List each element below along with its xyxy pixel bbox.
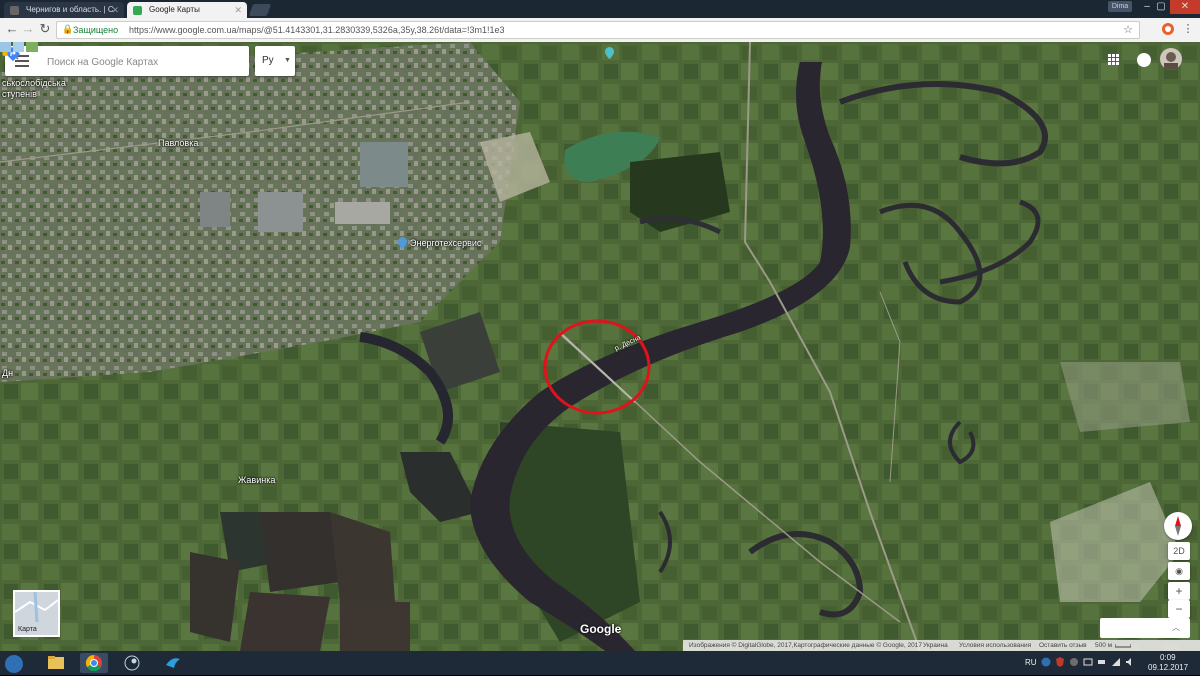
security-label: Защищено	[73, 25, 119, 35]
battery-icon[interactable]	[1097, 657, 1107, 667]
zoom-in-button[interactable]: +	[1168, 582, 1190, 600]
poi-pin-icon[interactable]	[398, 237, 407, 249]
poi-pin-icon[interactable]	[605, 47, 614, 59]
attribution-bar: Изображения © DigitalGlobe, 2017,Картогр…	[683, 640, 1200, 651]
lock-icon: 🔒	[62, 24, 74, 34]
user-photo-icon	[1164, 52, 1178, 70]
shield-icon[interactable]	[1055, 657, 1065, 667]
notifications-icon[interactable]	[1137, 53, 1151, 67]
maximize-button[interactable]: ▢	[1150, 0, 1172, 14]
extension-icon[interactable]	[1160, 21, 1176, 37]
imagery-layers-icon[interactable]	[0, 42, 38, 52]
close-window-button[interactable]: ✕	[1170, 0, 1200, 14]
close-tab-icon[interactable]: ✕	[234, 2, 242, 18]
my-location-button[interactable]: ◉	[1168, 562, 1190, 580]
tab-chernigov[interactable]: Чернигов и область. | С ✕	[4, 2, 124, 18]
search-panel	[5, 46, 249, 76]
help-icon[interactable]	[1041, 657, 1051, 667]
chrome-icon	[85, 654, 102, 672]
compass-icon	[1175, 516, 1181, 536]
reload-button[interactable]: ↻	[37, 21, 53, 37]
vpn-icon[interactable]	[1069, 657, 1079, 667]
expand-chevron-icon[interactable]: ︿	[1172, 622, 1182, 632]
scale-bar-icon	[1115, 644, 1131, 648]
feedback-link[interactable]: Оставить отзыв	[1039, 640, 1087, 651]
language-value: Ру	[262, 55, 274, 66]
clock-time[interactable]: 0:09	[1160, 653, 1176, 662]
address-bar[interactable]: 🔒 Защищено https://www.google.com.ua/map…	[56, 21, 1140, 39]
bird-app-icon	[166, 658, 180, 668]
close-tab-icon[interactable]: ✕	[111, 2, 119, 18]
compass-control[interactable]	[1164, 512, 1192, 540]
windows-taskbar: RU 0:09 09.12.2017	[0, 651, 1200, 675]
map-label-zhavinka[interactable]: Жавинка	[238, 475, 275, 485]
map-type-label: Карта	[18, 626, 37, 633]
tab-title: Google Карты	[149, 5, 200, 14]
map-label-pavlovka[interactable]: Павловка	[158, 138, 198, 148]
browser-tab-strip: Чернигов и область. | С ✕ Google Карты ✕…	[0, 0, 1200, 18]
browser-toolbar: ← → ↻ 🔒 Защищено https://www.google.com.…	[0, 18, 1200, 43]
clock-date[interactable]: 09.12.2017	[1148, 663, 1188, 672]
terms-link[interactable]: Условия использования	[959, 640, 1031, 651]
zoom-out-button[interactable]: −	[1168, 600, 1190, 618]
forum-favicon-icon	[10, 6, 19, 15]
language-select[interactable]: Ру ▼	[255, 46, 295, 76]
google-maps-favicon-icon	[133, 6, 142, 15]
taskbar-chrome[interactable]	[80, 653, 108, 673]
imagery-credit: Изображения © DigitalGlobe, 2017,Картогр…	[689, 642, 922, 649]
view-mode-toggle[interactable]: 2D	[1168, 542, 1190, 560]
satellite-map[interactable]: ськослобідська ступенів Павловка Энергот…	[0, 42, 1200, 651]
google-logo: Google	[580, 622, 622, 636]
taskbar-steam[interactable]	[118, 653, 146, 673]
signal-icon[interactable]	[1111, 657, 1121, 667]
satellite-imagery	[0, 42, 1200, 651]
map-type-toggle[interactable]: Карта	[13, 590, 60, 637]
taskbar-app[interactable]	[158, 653, 186, 673]
map-label-slobidska: ськослобідська ступенів	[2, 78, 66, 100]
search-input[interactable]	[45, 53, 189, 71]
network-icon[interactable]	[1083, 657, 1093, 667]
back-button[interactable]: ←	[4, 21, 20, 37]
bookmark-star-icon[interactable]: ☆	[1123, 22, 1133, 38]
country-label: Украина	[923, 642, 948, 649]
map-thumbnail-icon	[15, 592, 58, 622]
map-label-dn: Дн	[2, 368, 14, 378]
scale-label[interactable]: 500 м	[1095, 640, 1112, 651]
taskbar-explorer[interactable]	[42, 653, 70, 673]
apps-grid-icon[interactable]	[1108, 54, 1120, 66]
menu-icon[interactable]: ⋮	[1180, 21, 1196, 37]
tab-title: Чернигов и область. | С	[26, 5, 114, 14]
map-label-energotekhservis[interactable]: Энерготехсервис	[410, 238, 481, 248]
new-tab-button[interactable]	[248, 4, 272, 16]
folder-icon	[48, 656, 64, 669]
avatar[interactable]	[1160, 48, 1182, 70]
place-label: ськослобідська ступенів	[2, 78, 66, 99]
forward-button[interactable]: →	[20, 21, 36, 37]
chevron-down-icon: ▼	[284, 57, 291, 64]
steam-icon	[124, 655, 140, 671]
volume-icon[interactable]	[1125, 657, 1135, 667]
start-button[interactable]	[5, 655, 23, 673]
url-text: https://www.google.com.ua/maps/@51.41433…	[129, 25, 505, 35]
keyboard-language[interactable]: RU	[1025, 658, 1037, 667]
tab-google-maps[interactable]: Google Карты ✕	[127, 2, 247, 18]
profile-chip[interactable]: Dima	[1108, 1, 1132, 12]
